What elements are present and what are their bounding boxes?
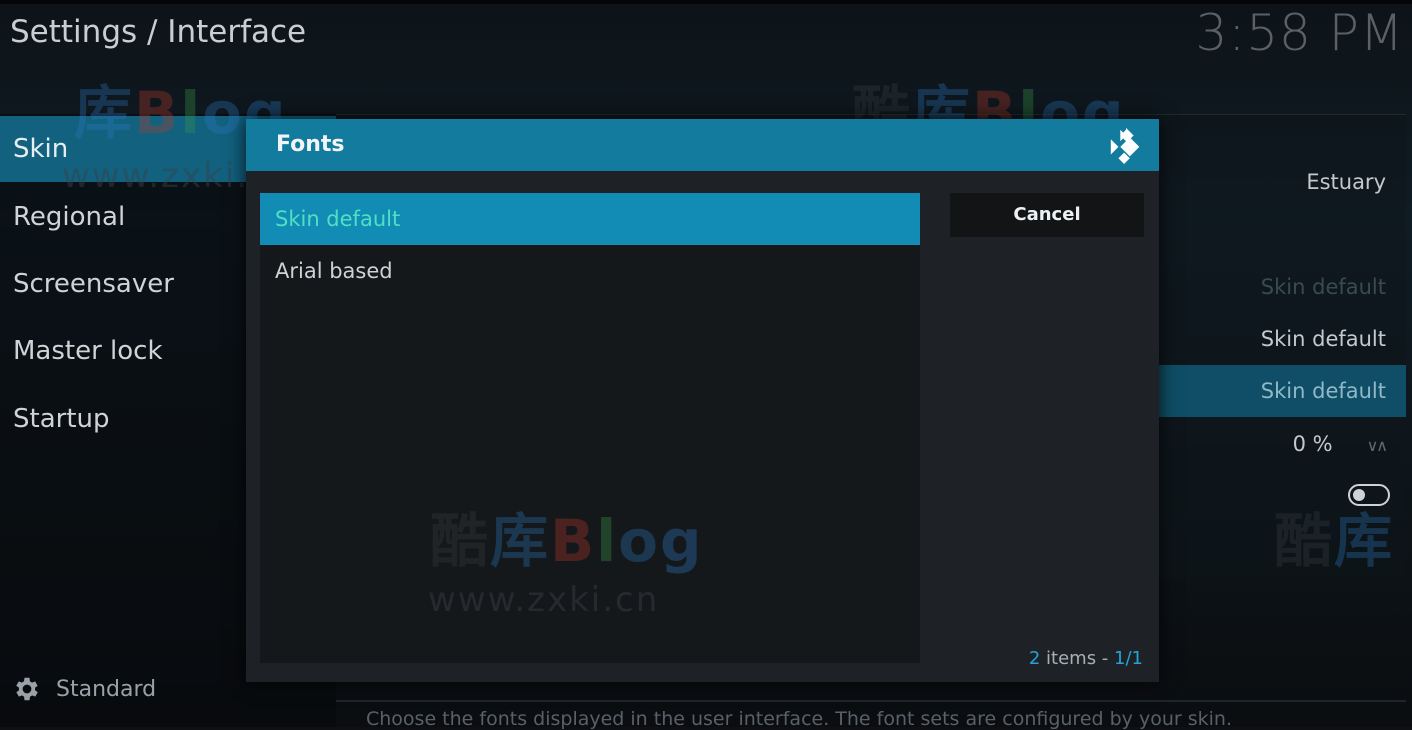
divider — [336, 700, 1406, 702]
watermark-logo: 酷库Blog — [430, 507, 704, 575]
dialog-header: Fonts — [246, 119, 1159, 171]
list-item-arial-based[interactable]: Arial based — [260, 245, 920, 297]
setting-value: Skin default — [1260, 379, 1386, 403]
setting-value: Skin default — [1260, 327, 1386, 351]
setting-value: Estuary — [1306, 170, 1386, 194]
cancel-button[interactable]: Cancel — [950, 193, 1144, 237]
sidebar-item-label: Master lock — [13, 336, 163, 366]
dialog-title: Fonts — [276, 132, 345, 157]
sidebar-item-label: Regional — [13, 202, 126, 232]
sidebar-item-label: Skin — [13, 134, 69, 164]
spin-arrows-icon[interactable]: ∨∧ — [1367, 420, 1388, 472]
page-title: Settings / Interface — [10, 14, 307, 50]
sidebar-item-label: Screensaver — [13, 269, 174, 299]
watermark-logo: 酷库 — [1274, 507, 1395, 575]
item-count: 2 items - 1/1 — [1028, 648, 1143, 669]
setting-value: 0 % — [1292, 432, 1333, 456]
setting-value: Skin default — [1260, 275, 1386, 299]
gear-icon — [16, 677, 38, 701]
list-item-label: Arial based — [275, 259, 393, 283]
clock: 3:58 PM — [1195, 4, 1404, 62]
fonts-dialog: Fonts Skin default Arial based Cancel 2 … — [246, 119, 1159, 682]
list-item-skin-default[interactable]: Skin default — [260, 193, 920, 245]
settings-level-label: Standard — [56, 676, 157, 702]
settings-level-button[interactable]: Standard — [12, 672, 156, 706]
kodi-logo-icon — [1110, 127, 1140, 164]
sidebar-item-label: Startup — [13, 404, 110, 434]
list-item-label: Skin default — [275, 207, 401, 231]
watermark-url: www.zxki.cn — [428, 580, 660, 620]
